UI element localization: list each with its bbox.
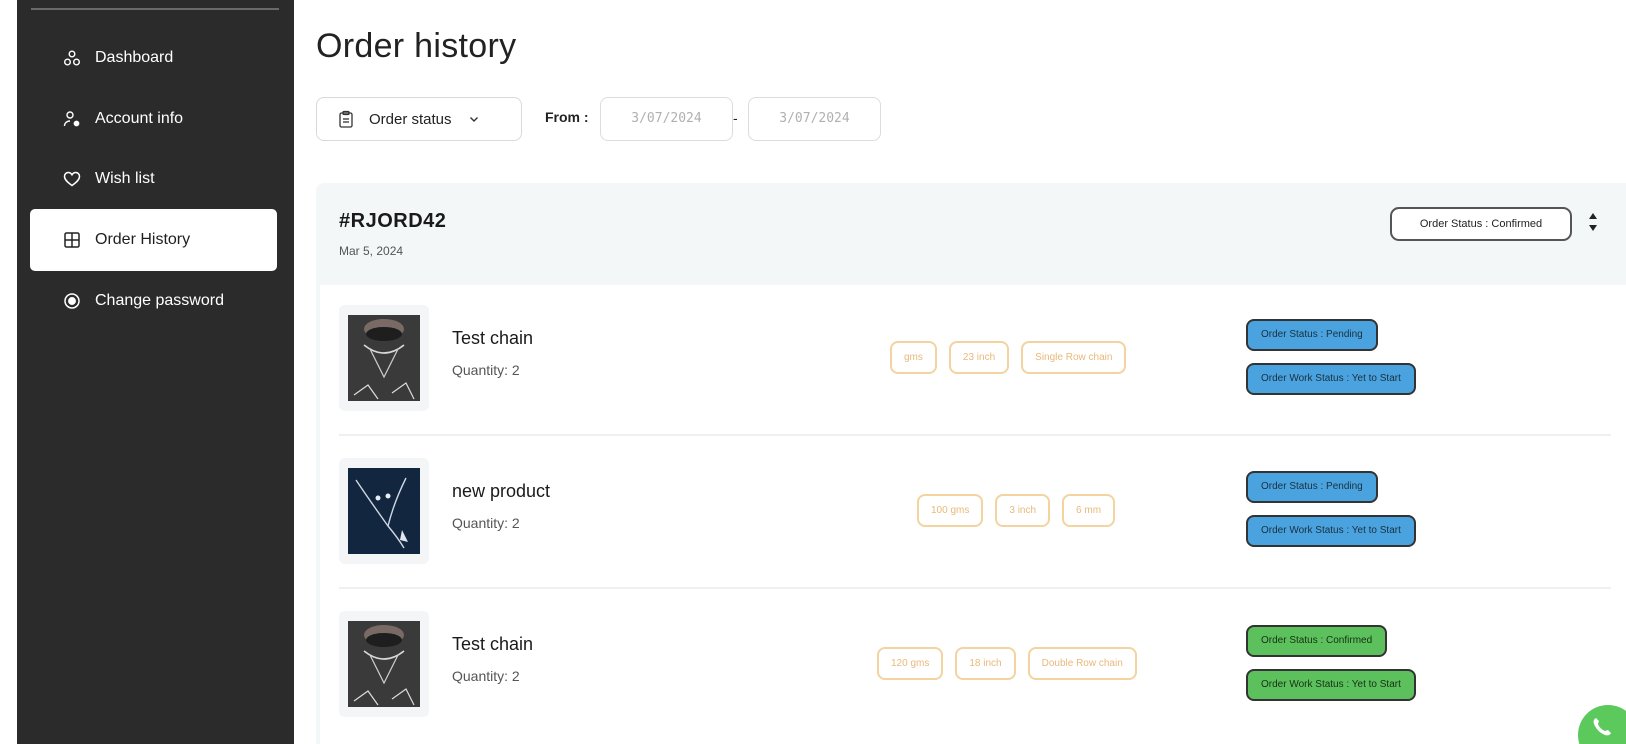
- attribute-tag: 3 inch: [995, 494, 1051, 527]
- product-attributes: gms 23 inch Single Row chain: [890, 341, 1127, 374]
- attribute-tag: 23 inch: [948, 341, 1010, 374]
- sidebar-divider: [31, 8, 279, 10]
- order-id: #RJORD42: [339, 210, 447, 232]
- page-title: Order history: [316, 27, 517, 65]
- sidebar-item-order-history[interactable]: Order History: [30, 209, 277, 271]
- row-divider: [339, 587, 1611, 589]
- attribute-tag: Double Row chain: [1027, 647, 1137, 680]
- date-separator: -: [733, 110, 738, 126]
- heart-icon: [63, 170, 81, 188]
- order-history-page: Dashboard Account info Wish list Order H…: [0, 0, 1626, 744]
- grid-icon: [63, 231, 81, 249]
- order-item: new product Quantity: 2 100 gms 3 inch 6…: [339, 438, 1611, 588]
- order-date: Mar 5, 2024: [339, 244, 404, 258]
- work-status-badge: Order Work Status : Yet to Start: [1246, 515, 1416, 547]
- product-quantity: Quantity: 2: [452, 515, 520, 531]
- sidebar-item-label: Wish list: [95, 170, 155, 187]
- order-status-badge: Order Status : Pending: [1246, 471, 1378, 503]
- order-status-dropdown[interactable]: Order status: [316, 97, 522, 141]
- attribute-tag: gms: [890, 341, 937, 374]
- order-status-badge: Order Status : Confirmed: [1390, 207, 1572, 241]
- product-thumbnail: [339, 611, 429, 717]
- order-status-badge: Order Status : Pending: [1246, 319, 1378, 351]
- work-status-badge: Order Work Status : Yet to Start: [1246, 363, 1416, 395]
- chevron-down-icon: [469, 117, 478, 122]
- product-name: Test chain: [452, 634, 534, 654]
- sidebar-item-wish-list[interactable]: Wish list: [30, 148, 277, 210]
- attribute-tag: 100 gms: [917, 494, 984, 527]
- product-quantity: Quantity: 2: [452, 362, 520, 378]
- sidebar-item-label: Order History: [95, 231, 191, 248]
- sidebar-item-label: Account info: [95, 110, 184, 127]
- sidebar: Dashboard Account info Wish list Order H…: [17, 0, 294, 744]
- order-status-badge: Order Status : Confirmed: [1246, 625, 1388, 657]
- row-divider: [339, 434, 1611, 436]
- expand-collapse-icon[interactable]: [1586, 210, 1600, 234]
- product-name: Test chain: [452, 328, 534, 348]
- item-status-stack: Order Status : Pending Order Work Status…: [1246, 319, 1416, 395]
- sidebar-item-label: Change password: [95, 292, 224, 309]
- clipboard-icon: [339, 110, 353, 128]
- attribute-tag: 6 mm: [1062, 494, 1116, 527]
- dashboard-icon: [63, 49, 81, 67]
- attribute-tag: 18 inch: [955, 647, 1016, 680]
- attribute-tag: 120 gms: [877, 647, 944, 680]
- password-reset-icon: [63, 292, 81, 310]
- product-thumbnail: [339, 305, 429, 411]
- product-attributes: 100 gms 3 inch 6 mm: [917, 494, 1116, 527]
- phone-icon: [1593, 718, 1611, 736]
- sidebar-item-label: Dashboard: [95, 49, 174, 66]
- product-attributes: 120 gms 18 inch Double Row chain: [877, 647, 1137, 680]
- product-thumbnail: [339, 458, 429, 564]
- attribute-tag: Single Row chain: [1021, 341, 1127, 374]
- sidebar-item-dashboard[interactable]: Dashboard: [30, 27, 277, 89]
- from-label: From :: [545, 109, 589, 125]
- order-status-label: Order status: [369, 110, 452, 128]
- product-quantity: Quantity: 2: [452, 668, 520, 684]
- date-from-input[interactable]: 3/07/2024: [600, 97, 733, 141]
- item-status-stack: Order Status : Confirmed Order Work Stat…: [1246, 625, 1416, 701]
- sidebar-item-account-info[interactable]: Account info: [30, 88, 277, 150]
- order-item: Test chain Quantity: 2 gms 23 inch Singl…: [339, 285, 1611, 435]
- item-status-stack: Order Status : Pending Order Work Status…: [1246, 471, 1416, 547]
- sidebar-item-change-password[interactable]: Change password: [30, 270, 277, 332]
- date-to-input[interactable]: 3/07/2024: [748, 97, 881, 141]
- user-settings-icon: [63, 110, 81, 128]
- work-status-badge: Order Work Status : Yet to Start: [1246, 669, 1416, 701]
- product-name: new product: [452, 481, 551, 501]
- order-item: Test chain Quantity: 2 120 gms 18 inch D…: [339, 591, 1611, 741]
